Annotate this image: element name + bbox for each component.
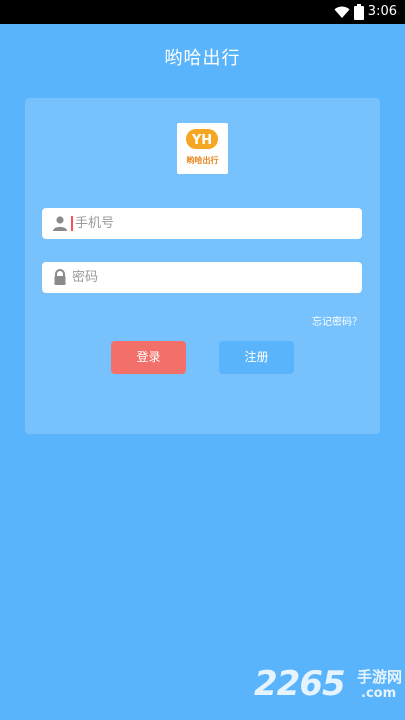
lock-icon bbox=[54, 269, 66, 285]
password-field[interactable]: 密码 bbox=[42, 262, 362, 293]
wifi-icon bbox=[334, 6, 350, 18]
watermark-com: .com bbox=[361, 686, 397, 701]
watermark-number: 2265 bbox=[254, 664, 346, 704]
logo-text: 哟哈出行 bbox=[186, 156, 219, 165]
forgot-password-link[interactable]: 忘记密码？ bbox=[312, 313, 362, 328]
status-bar: 3:06 bbox=[0, 0, 405, 24]
status-icons: 3:06 bbox=[334, 2, 397, 22]
app-logo: YH 哟哈出行 bbox=[177, 123, 228, 174]
logo-mark-icon: YH bbox=[186, 129, 218, 149]
site-watermark: 2265 手游网 .com bbox=[254, 664, 404, 716]
register-button[interactable]: 注册 bbox=[219, 341, 294, 374]
text-cursor bbox=[71, 216, 73, 231]
login-button[interactable]: 登录 bbox=[111, 341, 186, 374]
phone-placeholder: 手机号 bbox=[75, 216, 115, 231]
user-icon bbox=[53, 216, 67, 231]
phone-field[interactable]: 手机号 bbox=[42, 208, 362, 239]
logo-mark-text: YH bbox=[191, 133, 212, 148]
login-card: YH 哟哈出行 手机号 密码 忘记密码？ 登录 注册 bbox=[25, 98, 380, 434]
watermark-cn: 手游网 bbox=[357, 668, 403, 686]
page-title: 哟哈出行 bbox=[164, 48, 241, 69]
battery-icon bbox=[353, 4, 364, 20]
password-placeholder: 密码 bbox=[72, 270, 99, 285]
status-time: 3:06 bbox=[367, 4, 397, 19]
